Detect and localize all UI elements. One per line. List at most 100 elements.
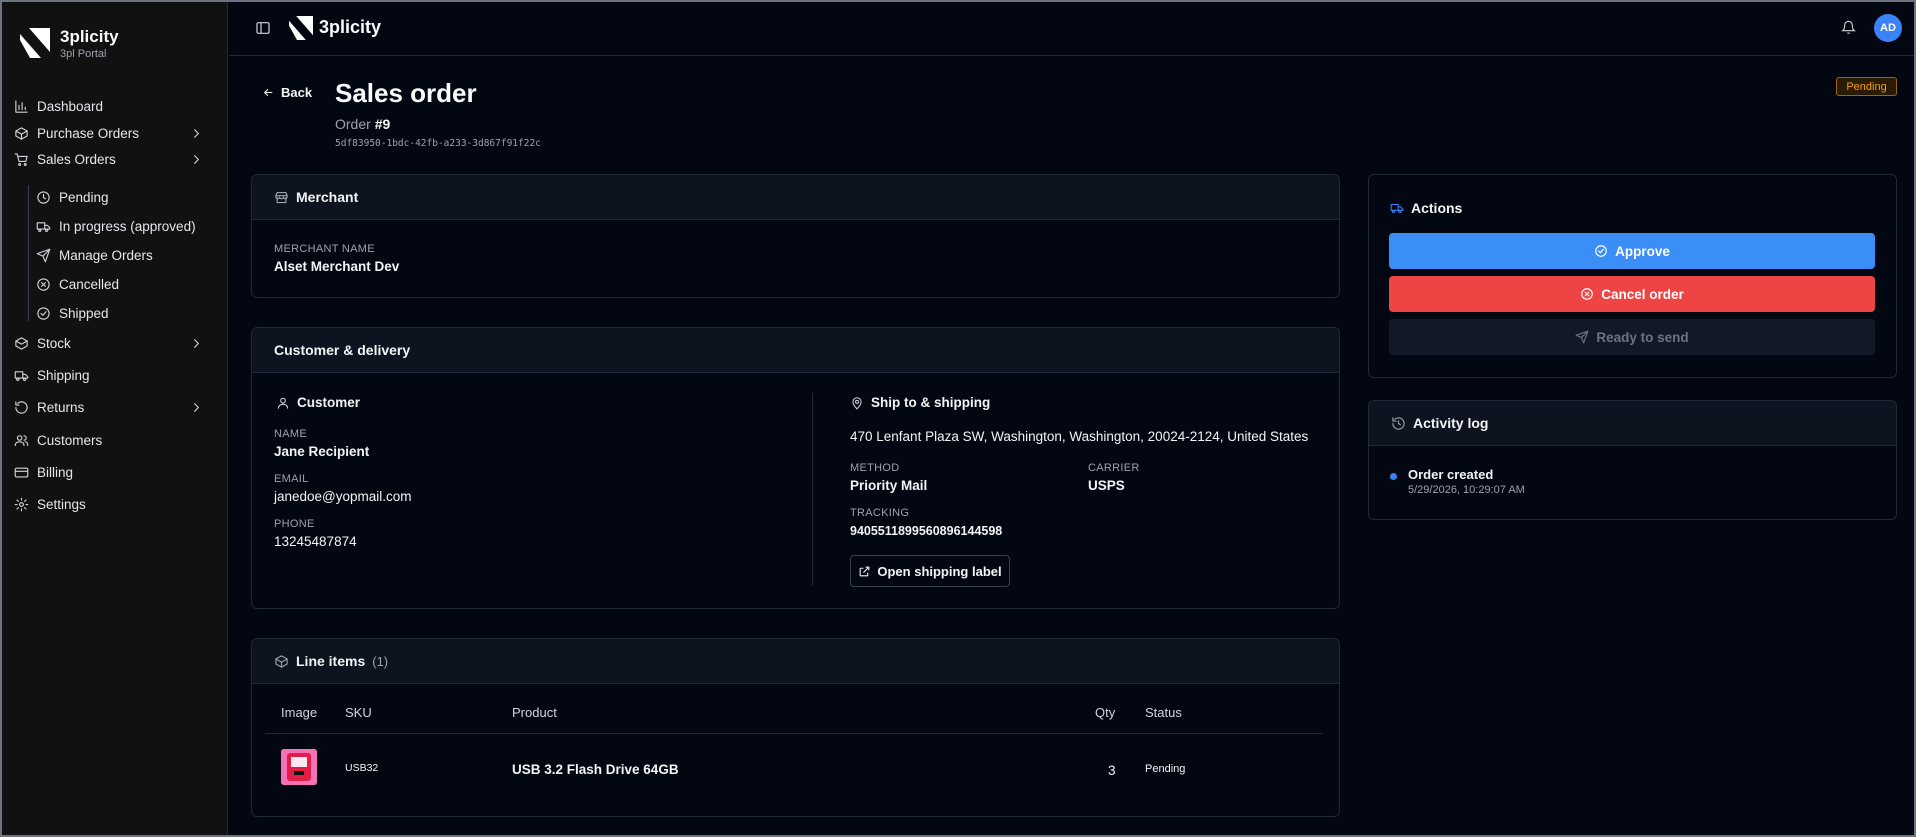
merchant-card-header: Merchant bbox=[252, 175, 1339, 220]
check-circle-icon bbox=[1595, 245, 1607, 257]
back-label: Back bbox=[281, 85, 313, 100]
activity-log-card: Activity log bbox=[1368, 400, 1897, 520]
layers-icon bbox=[15, 336, 28, 350]
sidebar-subitem-manage-orders[interactable]: Manage Orders bbox=[36, 243, 153, 267]
ready-to-send-button[interactable]: Ready to send bbox=[1389, 319, 1875, 355]
product-thumbnail bbox=[281, 749, 317, 785]
event-time: 5/29/2026, 10:29:07 AM bbox=[1408, 484, 1525, 496]
bell-icon[interactable] bbox=[1841, 20, 1856, 35]
card-icon bbox=[14, 467, 29, 477]
carrier-label: CARRIER bbox=[1088, 462, 1140, 474]
table-header-divider bbox=[265, 733, 1323, 734]
approve-label: Approve bbox=[1615, 243, 1670, 259]
sidebar-item-label: Customers bbox=[37, 432, 103, 448]
open-shipping-label-button[interactable]: Open shipping label bbox=[850, 555, 1010, 587]
truck-icon bbox=[36, 221, 51, 232]
chevron-right-icon bbox=[194, 403, 199, 412]
customer-phone: 13245487874 bbox=[274, 534, 357, 549]
x-circle-icon bbox=[37, 277, 50, 291]
sidebar-item-label: Sales Orders bbox=[37, 151, 116, 167]
package-icon bbox=[275, 654, 288, 668]
sidebar-item-customers[interactable]: Customers bbox=[2, 427, 228, 453]
row-product: USB 3.2 Flash Drive 64GB bbox=[512, 762, 679, 777]
order-number-line: Order #9 bbox=[335, 116, 390, 132]
tracking-number: 9405511899560896144598 bbox=[850, 524, 1003, 538]
chevron-right-icon bbox=[194, 155, 199, 164]
activity-log-header: Activity log bbox=[1369, 401, 1896, 446]
x-circle-icon bbox=[1581, 288, 1594, 300]
brand-subtitle: 3pl Portal bbox=[60, 47, 107, 60]
customer-delivery-header: Customer & delivery bbox=[252, 328, 1339, 373]
sidebar-item-stock[interactable]: Stock bbox=[2, 330, 228, 356]
ship-address: 470 Lenfant Plaza SW, Washington, Washin… bbox=[850, 429, 1309, 444]
section-divider bbox=[812, 393, 813, 586]
sidebar-item-billing[interactable]: Billing bbox=[2, 459, 228, 485]
brand-logo-icon bbox=[289, 16, 313, 40]
send-icon bbox=[36, 248, 51, 262]
sidebar-subitem-label: Pending bbox=[59, 189, 109, 205]
sidebar-item-label: Returns bbox=[37, 399, 85, 415]
truck-icon bbox=[14, 370, 29, 381]
sidebar-subitem-pending[interactable]: Pending bbox=[36, 185, 109, 209]
customer-title: Customer bbox=[297, 395, 361, 410]
carrier: USPS bbox=[1088, 478, 1125, 493]
actions-title: Actions bbox=[1411, 200, 1463, 216]
shipping-method: Priority Mail bbox=[850, 478, 928, 493]
tracking-label: TRACKING bbox=[850, 507, 910, 519]
sidebar-item-settings[interactable]: Settings bbox=[2, 491, 228, 517]
sidebar-subitem-label: Shipped bbox=[59, 305, 109, 321]
cancel-order-button[interactable]: Cancel order bbox=[1389, 276, 1875, 312]
column-header-sku: SKU bbox=[345, 705, 372, 720]
brand[interactable]: 3plicity 3pl Portal bbox=[2, 2, 227, 62]
customer-email-label: EMAIL bbox=[274, 473, 309, 485]
sidebar-item-label: Settings bbox=[37, 496, 86, 512]
customer-section-title: Customer bbox=[276, 395, 360, 410]
avatar[interactable]: AD bbox=[1874, 14, 1902, 42]
sidebar-item-label: Stock bbox=[37, 335, 71, 351]
back-button[interactable]: Back bbox=[262, 85, 312, 100]
external-link-icon bbox=[860, 566, 870, 576]
column-header-status: Status bbox=[1145, 705, 1182, 720]
page-title: Sales order bbox=[335, 78, 477, 108]
chart-icon bbox=[15, 99, 28, 113]
ship-section-title: Ship to & shipping bbox=[850, 395, 990, 410]
timeline-dot bbox=[1390, 473, 1397, 480]
chevron-right-icon bbox=[194, 129, 199, 138]
line-items-count: (1) bbox=[372, 653, 389, 669]
topbar: 3plicity AD bbox=[229, 2, 1914, 56]
sidebar-subitem-in-progress[interactable]: In progress (approved) bbox=[36, 214, 196, 238]
line-items-card: Line items (1) bbox=[251, 638, 1340, 817]
sidebar-subitem-shipped[interactable]: Shipped bbox=[36, 301, 109, 325]
sidebar-subitem-label: Cancelled bbox=[59, 276, 120, 292]
users-icon bbox=[14, 434, 29, 446]
sidebar-item-dashboard[interactable]: Dashboard bbox=[2, 93, 228, 119]
sidebar-subitem-label: Manage Orders bbox=[59, 247, 153, 263]
clock-icon bbox=[37, 190, 50, 204]
customer-name: Jane Recipient bbox=[274, 444, 370, 459]
map-pin-icon bbox=[852, 396, 862, 409]
sidebar-item-purchase-orders[interactable]: Purchase Orders bbox=[2, 120, 228, 146]
approve-button[interactable]: Approve bbox=[1389, 233, 1875, 269]
sidebar-item-returns[interactable]: Returns bbox=[2, 394, 228, 420]
sidebar-subitem-cancelled[interactable]: Cancelled bbox=[36, 272, 119, 296]
line-items-title: Line items bbox=[296, 653, 366, 669]
status-badge: Pending bbox=[1836, 77, 1897, 96]
line-items-header: Line items (1) bbox=[252, 639, 1339, 684]
sidebar-item-shipping[interactable]: Shipping bbox=[2, 362, 228, 388]
cancel-order-label: Cancel order bbox=[1601, 286, 1684, 302]
sidebar-toggle-icon[interactable] bbox=[255, 20, 271, 36]
box-icon bbox=[15, 126, 28, 140]
check-circle-icon bbox=[37, 306, 50, 320]
row-status: Pending bbox=[1145, 763, 1186, 775]
order-number: #9 bbox=[374, 116, 391, 132]
method-label: METHOD bbox=[850, 462, 900, 474]
sidebar-item-label: Dashboard bbox=[37, 98, 104, 114]
history-icon bbox=[1392, 416, 1405, 430]
merchant-name: Alset Merchant Dev bbox=[274, 259, 400, 274]
sidebar: 3plicity 3pl Portal Dashboard Purchase O… bbox=[2, 2, 228, 835]
sidebar-item-label: Billing bbox=[37, 464, 74, 480]
customer-phone-label: PHONE bbox=[274, 518, 315, 530]
sidebar-item-sales-orders[interactable]: Sales Orders bbox=[2, 146, 228, 172]
brand-title: 3plicity bbox=[60, 26, 119, 46]
row-sku: USB32 bbox=[345, 762, 379, 774]
